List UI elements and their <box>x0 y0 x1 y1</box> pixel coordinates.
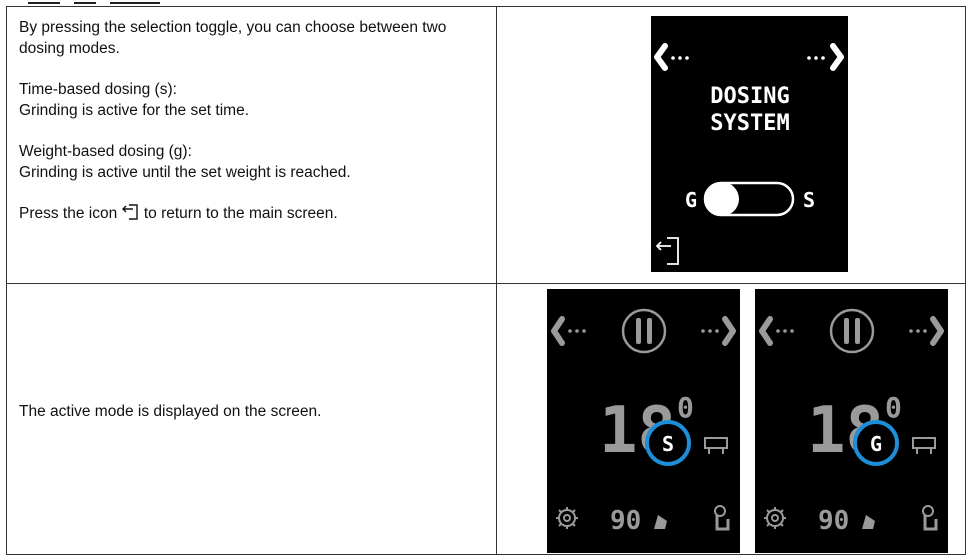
decimal-value: 0 <box>677 391 694 424</box>
main-screen-time-mode: 18 0 S 90 <box>546 289 740 553</box>
active-mode-description: The active mode is displayed on the scre… <box>19 402 322 420</box>
toggle-label-g: G <box>685 188 697 212</box>
mode-toggle[interactable] <box>703 181 794 217</box>
decimal-value: 0 <box>885 391 902 424</box>
instruction-table: By pressing the selection toggle, you ca… <box>6 6 967 555</box>
bottom-value: 90 <box>818 506 849 536</box>
time-mode-paragraph: Time-based dosing (s): Grinding is activ… <box>19 79 484 121</box>
screen-image-cell: DOSING SYSTEM G S <box>495 6 967 284</box>
screen-title-line1: DOSING <box>710 84 789 109</box>
dosing-system-screen: DOSING SYSTEM G S <box>650 16 848 272</box>
weight-mode-paragraph: Weight-based dosing (g): Grinding is act… <box>19 141 484 183</box>
beans-icon <box>653 515 667 529</box>
chevron-left-dots-icon[interactable] <box>758 316 794 346</box>
chevron-left-dots-icon[interactable] <box>653 43 689 71</box>
time-mode-desc: Grinding is active for the set time. <box>19 102 250 119</box>
weight-mode-desc: Grinding is active until the set weight … <box>19 164 351 181</box>
pause-icon[interactable] <box>621 308 666 354</box>
beans-icon <box>861 515 875 529</box>
intro-paragraph: By pressing the selection toggle, you ca… <box>19 19 447 57</box>
weight-mode-title: Weight-based dosing (g): <box>19 143 192 160</box>
cup-holder-icon <box>911 437 936 454</box>
table-row: By pressing the selection toggle, you ca… <box>6 6 967 284</box>
touch-icon[interactable] <box>713 505 730 531</box>
pause-icon[interactable] <box>829 308 874 354</box>
dots-chevron-right-icon[interactable] <box>908 316 944 346</box>
return-paragraph: Press the icon to return to the main scr… <box>19 203 484 224</box>
gear-icon[interactable] <box>555 507 578 529</box>
time-mode-title: Time-based dosing (s): <box>19 81 177 98</box>
gear-icon[interactable] <box>763 507 786 529</box>
mode-indicator: S <box>662 432 674 456</box>
dots-chevron-right-icon[interactable] <box>700 316 736 346</box>
toggle-label-s: S <box>803 188 815 212</box>
active-mode-text-cell: The active mode is displayed on the scre… <box>6 283 497 555</box>
screen-title-line2: SYSTEM <box>710 111 789 136</box>
main-screen-weight-mode: 18 0 G 90 <box>754 289 948 553</box>
dots-chevron-right-icon[interactable] <box>806 43 844 71</box>
instruction-text-cell: By pressing the selection toggle, you ca… <box>6 6 497 284</box>
return-text-after: to return to the main screen. <box>143 205 338 222</box>
mode-indicator: G <box>870 432 882 456</box>
table-row: The active mode is displayed on the scre… <box>6 283 967 555</box>
mode-screens-cell: 18 0 S 90 18 0 G 90 <box>495 283 967 555</box>
touch-icon[interactable] <box>921 505 938 531</box>
chevron-left-dots-icon[interactable] <box>550 316 586 346</box>
exit-icon[interactable] <box>655 237 679 265</box>
exit-icon <box>121 203 140 221</box>
bottom-value: 90 <box>610 506 641 536</box>
return-text-before: Press the icon <box>19 205 118 222</box>
cup-holder-icon <box>703 437 728 454</box>
